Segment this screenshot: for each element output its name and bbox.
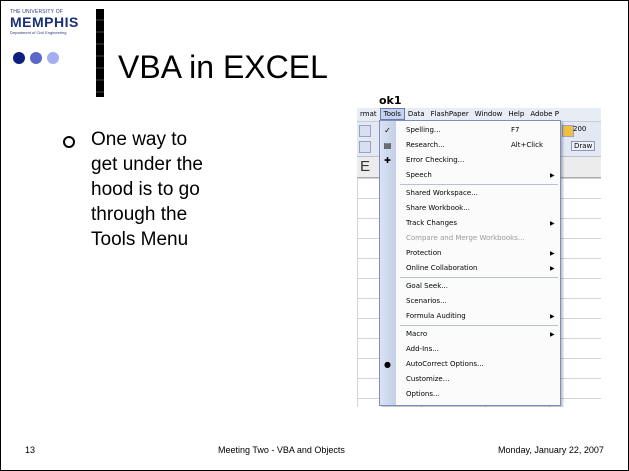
bullet-line: get under the: [91, 154, 203, 175]
submenu-arrow-icon: ▶: [550, 220, 555, 227]
logo-name: MEMPHIS: [10, 14, 79, 30]
menu-separator: [400, 184, 558, 185]
research-icon: ▤: [383, 141, 392, 150]
menu-item-label: Speech: [406, 171, 432, 179]
menu-item-goal-seek[interactable]: Goal Seek...: [380, 279, 560, 294]
slide-number: 13: [25, 445, 36, 455]
menu-item-label: Spelling...: [406, 126, 441, 134]
menu-item-error-checking[interactable]: ✚ Error Checking...: [380, 153, 560, 168]
bullet-line: hood is to go: [91, 179, 200, 200]
slide-title: VBA in EXCEL: [118, 49, 328, 85]
menu-item-shortcut: Alt+Click: [511, 141, 544, 149]
menu-item-scenarios[interactable]: Scenarios...: [380, 294, 560, 309]
menu-format[interactable]: rmat: [357, 108, 380, 121]
menu-item-label: Customize...: [406, 375, 450, 383]
menu-item-label: Error Checking...: [406, 156, 465, 164]
submenu-arrow-icon: ▶: [550, 331, 555, 338]
menu-item-label: Online Collaboration: [406, 264, 478, 272]
menu-item-label: Goal Seek...: [406, 282, 448, 290]
submenu-arrow-icon: ▶: [550, 313, 555, 320]
menu-item-shared-workspace[interactable]: Shared Workspace...: [380, 186, 560, 201]
menu-item-label: Options...: [406, 390, 440, 398]
menu-item-label: Scenarios...: [406, 297, 447, 305]
menu-item-macro[interactable]: Macro ▶: [380, 327, 560, 342]
menu-item-label: Add-Ins...: [406, 345, 439, 353]
error-checking-icon: ✚: [384, 156, 391, 165]
footer-center-text: Meeting Two - VBA and Objects: [218, 445, 345, 455]
menu-item-label: Shared Workspace...: [406, 189, 478, 197]
tools-dropdown-menu: ✓ Spelling... F7 ▤ Research... Alt+Click ✚ Erro…: [379, 120, 561, 406]
menu-item-customize[interactable]: Customize...: [380, 372, 560, 387]
menu-separator: [400, 277, 558, 278]
menu-item-label: Compare and Merge Workbooks...: [406, 234, 525, 242]
bullet-line: Tools Menu: [91, 229, 189, 250]
menu-item-spelling[interactable]: ✓ Spelling... F7: [380, 123, 560, 138]
bullet-item: One way to get under the hood is to go t…: [63, 127, 263, 252]
menu-item-autocorrect-options[interactable]: ● AutoCorrect Options...: [380, 357, 560, 372]
decorative-dots: [13, 52, 59, 64]
menu-item-track-changes[interactable]: Track Changes ▶: [380, 216, 560, 231]
column-header-e[interactable]: E: [360, 158, 370, 175]
slide: THE UNIVERSITY OF MEMPHIS Department of …: [0, 0, 629, 471]
menu-item-research[interactable]: ▤ Research... Alt+Click: [380, 138, 560, 153]
bullet-circle-icon: [63, 136, 75, 148]
bullet-line: One way to: [91, 129, 188, 150]
dot-medium-icon: [30, 52, 42, 64]
vertical-accent-bar: [96, 9, 104, 97]
bullet-line: through the: [91, 204, 188, 225]
menu-item-protection[interactable]: Protection ▶: [380, 246, 560, 261]
menu-item-compare-and-merge-workbooks[interactable]: Compare and Merge Workbooks...: [380, 231, 560, 246]
menu-tools[interactable]: Tools: [379, 108, 405, 120]
draw-button[interactable]: Draw: [571, 141, 596, 151]
menu-item-formula-auditing[interactable]: Formula Auditing ▶: [380, 309, 560, 324]
menu-item-label: Research...: [406, 141, 445, 149]
menu-item-label: Protection: [406, 249, 442, 257]
menu-item-label: Track Changes: [406, 219, 457, 227]
submenu-arrow-icon: ▶: [550, 172, 555, 179]
autocorrect-icon: ●: [384, 360, 391, 369]
submenu-arrow-icon: ▶: [550, 265, 555, 272]
spelling-icon: ✓: [384, 126, 391, 135]
menu-item-label: AutoCorrect Options...: [406, 360, 484, 368]
menu-item-shortcut: F7: [511, 126, 520, 134]
menu-item-share-workbook[interactable]: Share Workbook...: [380, 201, 560, 216]
menu-item-options[interactable]: Options...: [380, 387, 560, 402]
bullet-text: One way to get under the hood is to go t…: [91, 127, 263, 252]
submenu-arrow-icon: ▶: [550, 250, 555, 257]
menu-item-label: Formula Auditing: [406, 312, 466, 320]
toolbar-button-icon[interactable]: [359, 125, 371, 137]
toolbar-button-icon[interactable]: [359, 141, 371, 153]
menu-item-label: Macro: [406, 330, 428, 338]
dot-light-icon: [47, 52, 59, 64]
zoom-value[interactable]: 200: [573, 125, 586, 133]
dot-dark-icon: [13, 52, 25, 64]
menu-item-speech[interactable]: Speech ▶: [380, 168, 560, 183]
menu-item-add-ins[interactable]: Add-Ins...: [380, 342, 560, 357]
logo-tagline-bottom: Department of Civil Engineering: [10, 30, 67, 35]
footer-date: Monday, January 22, 2007: [498, 445, 604, 455]
menu-item-label: Share Workbook...: [406, 204, 470, 212]
university-logo: THE UNIVERSITY OF MEMPHIS Department of …: [10, 9, 92, 49]
menu-item-online-collaboration[interactable]: Online Collaboration ▶: [380, 261, 560, 276]
excel-window-title: ok1: [357, 95, 601, 107]
excel-screenshot: ok1 rmat Tools Data FlashPaper Window Help Ado…: [357, 95, 601, 407]
menu-separator: [400, 325, 558, 326]
